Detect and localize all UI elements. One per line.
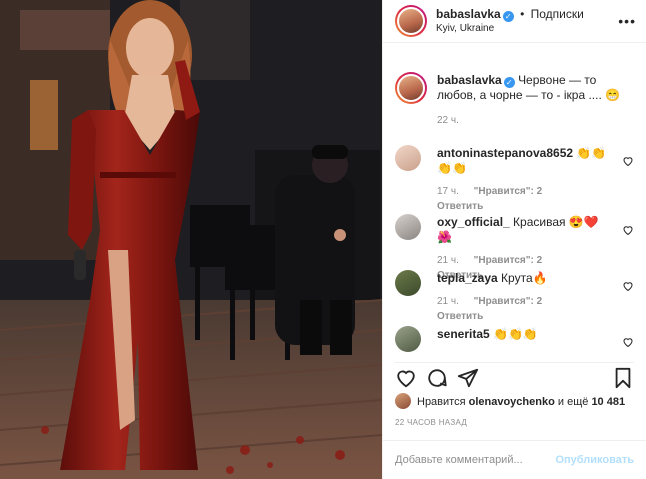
separator-dot: •	[520, 6, 525, 21]
add-comment-input[interactable]: Добавьте комментарий...	[395, 454, 555, 466]
verified-badge-icon: ✓	[503, 77, 515, 88]
post-sidebar: babaslavka ✓ • Подписки Kyiv, Ukraine •••…	[382, 0, 646, 479]
reply-button[interactable]: Ответить	[437, 201, 483, 212]
comment-text: Крута🔥	[501, 271, 548, 285]
comment-time[interactable]: 17 ч.	[437, 186, 459, 197]
comment-username[interactable]: antoninastepanova8652	[437, 146, 573, 160]
reply-button[interactable]: Ответить	[437, 311, 483, 322]
comment-likes[interactable]: "Нравится": 2	[474, 296, 543, 307]
author-avatar[interactable]	[395, 5, 427, 37]
share-paper-plane-icon[interactable]	[457, 367, 479, 389]
post-photo-illustration	[0, 0, 382, 479]
commenter-avatar[interactable]	[395, 270, 421, 296]
post-actions-bar	[395, 362, 634, 392]
like-comment-heart-icon[interactable]	[622, 155, 634, 167]
post-header: babaslavka ✓ • Подписки Kyiv, Ukraine •••	[383, 0, 646, 43]
commenter-avatar[interactable]	[395, 214, 421, 240]
post-photo[interactable]	[0, 0, 382, 479]
comment-username[interactable]: oxy_official_	[437, 215, 510, 229]
author-username[interactable]: babaslavka	[436, 7, 501, 21]
comments-list[interactable]: babaslavka ✓ Червоне — то любов, а чорне …	[383, 62, 646, 362]
commenter-avatar[interactable]	[395, 145, 421, 171]
like-heart-icon[interactable]	[395, 367, 417, 389]
like-comment-heart-icon[interactable]	[622, 280, 634, 292]
post-timestamp[interactable]: 22 ЧАСОВ НАЗАД	[395, 418, 467, 427]
likes-count[interactable]: 10 481	[591, 396, 625, 408]
comment-time[interactable]: 21 ч.	[437, 255, 459, 266]
comment-username[interactable]: senerita5	[437, 327, 490, 341]
likes-summary: Нравится olenavoychenko и ещё 10 481	[395, 393, 638, 411]
likes-middle: и ещё	[557, 396, 589, 408]
like-comment-heart-icon[interactable]	[622, 336, 634, 348]
liker-username[interactable]: olenavoychenko	[469, 396, 555, 408]
comment-time[interactable]: 21 ч.	[437, 296, 459, 307]
add-comment-bar: Добавьте комментарий... Опубликовать	[383, 440, 646, 479]
comment-username[interactable]: tepla_zaya	[437, 271, 498, 285]
caption-avatar[interactable]	[395, 72, 427, 104]
liker-avatar[interactable]	[395, 393, 411, 409]
caption-time[interactable]: 22 ч.	[437, 115, 459, 126]
comment-likes[interactable]: "Нравится": 2	[474, 255, 543, 266]
verified-badge-icon: ✓	[502, 10, 514, 22]
caption-username[interactable]: babaslavka	[437, 73, 502, 87]
location-link[interactable]: Kyiv, Ukraine	[436, 22, 584, 36]
comment-likes[interactable]: "Нравится": 2	[474, 186, 543, 197]
like-comment-heart-icon[interactable]	[622, 224, 634, 236]
more-options-icon[interactable]: •••	[618, 13, 636, 29]
author-info: babaslavka ✓ • Подписки Kyiv, Ukraine	[436, 7, 584, 36]
comment-text: 👏👏👏	[493, 327, 538, 341]
save-bookmark-icon[interactable]	[612, 367, 634, 389]
instagram-post: babaslavka ✓ • Подписки Kyiv, Ukraine •••…	[0, 0, 646, 479]
commenter-avatar[interactable]	[395, 326, 421, 352]
follow-status-button[interactable]: Подписки	[531, 7, 584, 21]
comment-bubble-icon[interactable]	[426, 367, 448, 389]
likes-prefix: Нравится	[417, 396, 466, 408]
publish-button[interactable]: Опубликовать	[555, 454, 634, 466]
